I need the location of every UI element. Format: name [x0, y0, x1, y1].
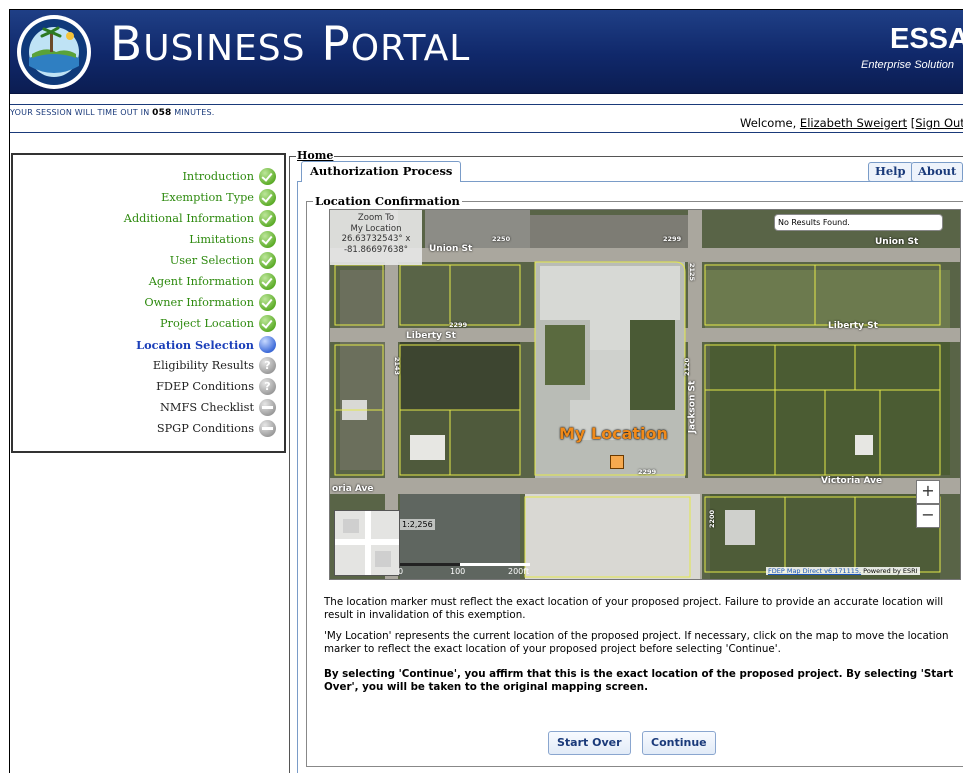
- instruction-text-3: By selecting 'Continue', you affirm that…: [324, 668, 954, 693]
- check-circle-icon: [259, 210, 276, 227]
- sidebar-item-label: Location Selection: [136, 337, 254, 352]
- session-bar: Your Session will time out in 058 minute…: [10, 104, 963, 133]
- sidebar-item-label: NMFS Checklist: [160, 401, 254, 414]
- sidebar-item-nmfs-checklist[interactable]: NMFS Checklist: [160, 399, 276, 416]
- sidebar-item-fdep-conditions[interactable]: FDEP Conditions?: [156, 378, 276, 395]
- sidebar-item-agent-information[interactable]: Agent Information: [149, 273, 276, 290]
- location-map[interactable]: Union St Union St Liberty St Liberty St …: [329, 209, 961, 580]
- instruction-text-2: 'My Location' represents the current loc…: [324, 630, 949, 655]
- address-label: 2299: [638, 468, 657, 476]
- page-frame: BUSINESS PORTAL ESSA Enterprise Solution…: [9, 9, 963, 773]
- check-circle-icon: [259, 315, 276, 332]
- sidebar-item-location-selection[interactable]: Location Selection: [136, 336, 276, 353]
- sidebar-item-label: SPGP Conditions: [156, 422, 254, 435]
- continue-button[interactable]: Continue: [642, 731, 716, 755]
- map-credit-link[interactable]: FDEP Map Direct v6.171115,: [768, 567, 861, 575]
- sidebar-item-label: User Selection: [169, 254, 254, 267]
- sidebar-item-project-location[interactable]: Project Location: [160, 315, 276, 332]
- sidebar-item-owner-information[interactable]: Owner Information: [144, 294, 276, 311]
- sidebar-item-label: Owner Information: [144, 296, 254, 309]
- street-label: Liberty St: [828, 321, 878, 331]
- search-results-box: No Results Found.: [774, 214, 943, 231]
- check-circle-icon: [259, 231, 276, 248]
- my-location-label: My Location: [559, 424, 668, 443]
- overview-map[interactable]: [334, 510, 400, 576]
- help-button[interactable]: Help: [868, 162, 913, 182]
- about-button[interactable]: About: [911, 162, 963, 182]
- street-label: Jackson St: [687, 380, 698, 434]
- sidebar-item-label: Limitations: [189, 233, 254, 246]
- question-circle-icon: ?: [259, 378, 276, 395]
- check-circle-icon: [259, 189, 276, 206]
- welcome-text: Welcome, Elizabeth Sweigert [Sign Out: [740, 116, 963, 130]
- session-minutes: 058: [152, 108, 172, 118]
- address-label: 2250: [492, 235, 511, 243]
- street-label: Union St: [875, 237, 919, 247]
- tab-authorization-process[interactable]: Authorization Process: [301, 161, 462, 182]
- street-label: Union St: [429, 244, 473, 254]
- start-over-button[interactable]: Start Over: [548, 731, 631, 755]
- scale-bar: 0 100 200ft: [396, 562, 536, 576]
- portal-title: BUSINESS PORTAL: [110, 17, 471, 72]
- address-label: 2143: [393, 356, 402, 376]
- scale-ratio: 1:2,256: [400, 519, 435, 530]
- sidebar-item-eligibility-results[interactable]: Eligibility Results?: [153, 357, 276, 374]
- sidebar-item-spgp-conditions[interactable]: SPGP Conditions: [157, 420, 276, 437]
- check-circle-icon: [259, 252, 276, 269]
- check-circle-icon: [259, 294, 276, 311]
- sidebar-item-label: Eligibility Results: [152, 359, 254, 372]
- address-label: 2299: [663, 235, 682, 243]
- sign-out-link[interactable]: [Sign Out: [911, 116, 963, 130]
- session-timeout-text: Your Session will time out in 058 minute…: [10, 108, 215, 118]
- zoom-in-button[interactable]: +: [916, 480, 940, 504]
- sidebar-item-label: Agent Information: [148, 275, 254, 288]
- brand-logo-text: ESSA: [890, 23, 963, 55]
- sidebar-item-limitations[interactable]: Limitations: [189, 231, 276, 248]
- sidebar-item-label: Introduction: [182, 170, 254, 183]
- address-label: 2200: [708, 509, 717, 529]
- brand-subtitle: Enterprise Solution: [861, 59, 954, 71]
- user-name-link[interactable]: Elizabeth Sweigert: [800, 116, 907, 130]
- address-label: 2125: [688, 262, 697, 282]
- street-label: oria Ave: [332, 484, 374, 494]
- instruction-text-1: The location marker must reflect the exa…: [324, 596, 944, 621]
- street-label: Liberty St: [406, 331, 456, 341]
- current-step-icon: [259, 336, 276, 353]
- check-circle-icon: [259, 273, 276, 290]
- wizard-steps-nav: Introduction Exemption Type Additional Inf…: [11, 153, 286, 453]
- question-circle-icon: ?: [259, 357, 276, 374]
- fdep-seal-logo: [17, 15, 91, 89]
- sidebar-item-additional-information[interactable]: Additional Information: [124, 210, 276, 227]
- zoom-to-my-location-button[interactable]: Zoom To My Location 26.63732543° x -81.8…: [330, 210, 422, 265]
- section-title: Location Confirmation: [313, 194, 462, 208]
- zoom-out-button[interactable]: −: [916, 504, 940, 528]
- sidebar-item-label: Project Location: [159, 317, 254, 330]
- sidebar-item-user-selection[interactable]: User Selection: [170, 252, 276, 269]
- header-banner: BUSINESS PORTAL ESSA Enterprise Solution: [10, 10, 963, 94]
- sidebar-item-label: Exemption Type: [161, 191, 254, 204]
- address-label: 2299: [449, 321, 468, 329]
- map-credit: FDEP Map Direct v6.171115, Powered by ES…: [766, 567, 920, 575]
- minus-circle-icon: [259, 399, 276, 416]
- sidebar-item-exemption-type[interactable]: Exemption Type: [161, 189, 276, 206]
- sidebar-item-label: FDEP Conditions: [156, 380, 254, 393]
- check-circle-icon: [259, 168, 276, 185]
- sidebar-item-label: Additional Information: [123, 212, 254, 225]
- address-label: 2120: [683, 357, 692, 377]
- sidebar-item-introduction[interactable]: Introduction: [182, 168, 276, 185]
- minus-circle-icon: [259, 420, 276, 437]
- location-marker[interactable]: [610, 455, 624, 469]
- street-label: Victoria Ave: [821, 476, 883, 486]
